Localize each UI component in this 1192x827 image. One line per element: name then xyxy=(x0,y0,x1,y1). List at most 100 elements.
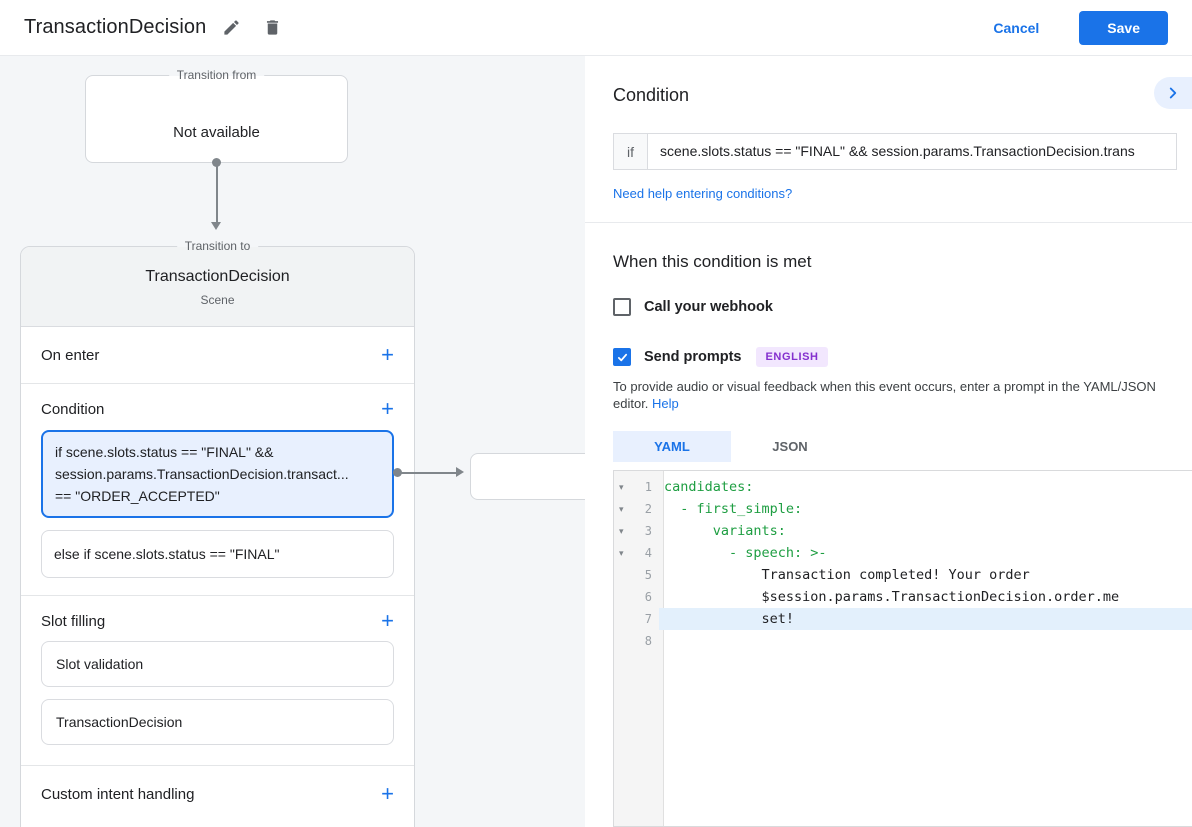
panel-divider xyxy=(585,222,1192,223)
tab-yaml[interactable]: YAML xyxy=(613,431,731,462)
delete-scene-button[interactable] xyxy=(257,12,288,43)
section-slot-filling: Slot filling + Slot validation Transacti… xyxy=(21,596,414,766)
slot-card-validation[interactable]: Slot validation xyxy=(41,641,394,687)
line-number: 8 xyxy=(629,634,659,648)
condition-card-else[interactable]: else if scene.slots.status == "FINAL" xyxy=(41,530,394,578)
webhook-option-row: Call your webhook xyxy=(613,298,773,316)
trash-icon xyxy=(263,18,282,37)
editor-line: ▾ 3 variants: xyxy=(614,520,1192,542)
yaml-code-editor[interactable]: ▾ 1 candidates: ▾ 2 - first_simple: ▾ 3 … xyxy=(613,470,1192,827)
flow-canvas: Transition from Not available Transition… xyxy=(0,56,585,827)
send-prompts-checkbox[interactable] xyxy=(613,348,631,366)
editor-line: 8 xyxy=(614,630,1192,652)
condition-heading: Condition xyxy=(613,85,689,106)
scene-editor-app: TransactionDecision Cancel Save Transiti… xyxy=(0,0,1192,827)
call-webhook-label: Call your webhook xyxy=(644,299,773,315)
add-slot-button[interactable]: + xyxy=(381,611,394,631)
scene-node-header: TransactionDecision Scene xyxy=(21,247,414,327)
fold-arrow-icon[interactable]: ▾ xyxy=(614,476,629,498)
add-icon: + xyxy=(381,608,394,633)
connector-line xyxy=(216,164,218,222)
fold-arrow-icon[interactable]: ▾ xyxy=(614,498,629,520)
page-title: TransactionDecision xyxy=(24,16,206,39)
tab-json[interactable]: JSON xyxy=(731,431,849,462)
slot-filling-label: Slot filling xyxy=(41,613,105,630)
section-condition: Condition + if scene.slots.status == "FI… xyxy=(21,384,414,596)
language-badge: ENGLISH xyxy=(756,347,827,367)
condition-detail-panel: Condition if scene.slots.status == "FINA… xyxy=(585,56,1192,827)
slot-card-transaction-decision[interactable]: TransactionDecision xyxy=(41,699,394,745)
condition-section-label: Condition xyxy=(41,401,104,418)
condition-card-selected[interactable]: if scene.slots.status == "FINAL" && sess… xyxy=(41,430,394,518)
editor-line: 5 Transaction completed! Your order xyxy=(614,564,1192,586)
custom-intent-label: Custom intent handling xyxy=(41,786,194,803)
line-number: 6 xyxy=(629,590,659,604)
scene-node-title: TransactionDecision xyxy=(21,268,414,286)
code-text: variants: xyxy=(659,520,1192,542)
editor-line: ▾ 2 - first_simple: xyxy=(614,498,1192,520)
add-custom-intent-button[interactable]: + xyxy=(381,784,394,804)
editor-line: ▾ 1 candidates: xyxy=(614,476,1192,498)
call-webhook-checkbox[interactable] xyxy=(613,298,631,316)
cancel-button[interactable]: Cancel xyxy=(993,20,1039,36)
section-on-enter: On enter + xyxy=(21,327,414,384)
condition-line-2: session.params.TransactionDecision.trans… xyxy=(55,463,380,485)
condition-expression-input[interactable]: scene.slots.status == "FINAL" && session… xyxy=(648,134,1176,169)
checkmark-icon xyxy=(616,351,629,364)
code-text: candidates: xyxy=(659,476,1192,498)
code-text: Transaction completed! Your order xyxy=(659,564,1192,586)
scene-node-subtitle: Scene xyxy=(21,293,414,307)
line-number: 3 xyxy=(629,524,659,538)
code-text: - speech: >- xyxy=(659,542,1192,564)
condition-line-1: if scene.slots.status == "FINAL" && xyxy=(55,441,380,463)
editor-line: 7 set! xyxy=(614,608,1192,630)
prompts-help-link[interactable]: Help xyxy=(652,396,679,411)
add-icon: + xyxy=(381,342,394,367)
transition-from-label: Transition from xyxy=(169,68,265,83)
pencil-icon xyxy=(222,18,241,37)
code-text: - first_simple: xyxy=(659,498,1192,520)
fold-arrow-icon[interactable]: ▾ xyxy=(614,542,629,564)
collapse-panel-button[interactable] xyxy=(1154,77,1192,109)
prompts-description: To provide audio or visual feedback when… xyxy=(613,378,1175,412)
connector-line xyxy=(400,472,456,474)
condition-input-group: if scene.slots.status == "FINAL" && sess… xyxy=(613,133,1177,170)
code-text: $session.params.TransactionDecision.orde… xyxy=(659,586,1192,608)
line-number: 1 xyxy=(629,480,659,494)
arrow-right-icon xyxy=(456,467,464,477)
prompts-description-text: To provide audio or visual feedback when… xyxy=(613,379,1156,411)
top-bar: TransactionDecision Cancel Save xyxy=(0,0,1192,56)
arrow-down-icon xyxy=(211,222,221,230)
scene-node: Transition to TransactionDecision Scene … xyxy=(20,246,415,827)
transition-from-value: Not available xyxy=(86,124,347,141)
send-prompts-label: Send prompts xyxy=(644,349,741,365)
editor-line: 6 $session.params.TransactionDecision.or… xyxy=(614,586,1192,608)
add-condition-button[interactable]: + xyxy=(381,399,394,419)
fold-arrow-icon[interactable]: ▾ xyxy=(614,520,629,542)
condition-line-3: == "ORDER_ACCEPTED" xyxy=(55,485,380,507)
conditions-help-link[interactable]: Need help entering conditions? xyxy=(613,186,792,201)
add-icon: + xyxy=(381,781,394,806)
transition-to-label: Transition to xyxy=(177,239,259,254)
chevron-right-icon xyxy=(1164,84,1182,102)
send-prompts-option-row: Send prompts ENGLISH xyxy=(613,347,828,367)
edit-title-button[interactable] xyxy=(216,12,247,43)
main-content: Transition from Not available Transition… xyxy=(0,56,1192,827)
add-on-enter-button[interactable]: + xyxy=(381,345,394,365)
if-prefix-label: if xyxy=(614,134,648,169)
add-icon: + xyxy=(381,396,394,421)
transition-from-node: Transition from Not available xyxy=(85,75,348,163)
line-number: 2 xyxy=(629,502,659,516)
code-text: set! xyxy=(659,608,1192,630)
when-condition-met-heading: When this condition is met xyxy=(613,252,811,272)
save-button[interactable]: Save xyxy=(1079,11,1168,45)
line-number: 5 xyxy=(629,568,659,582)
on-enter-label: On enter xyxy=(41,347,99,364)
editor-tabs: YAML JSON xyxy=(613,431,849,462)
editor-line: ▾ 4 - speech: >- xyxy=(614,542,1192,564)
code-text xyxy=(659,630,1192,652)
editor-lines: ▾ 1 candidates: ▾ 2 - first_simple: ▾ 3 … xyxy=(614,476,1192,652)
line-number: 4 xyxy=(629,546,659,560)
line-number: 7 xyxy=(629,612,659,626)
transition-target-node xyxy=(470,453,585,500)
